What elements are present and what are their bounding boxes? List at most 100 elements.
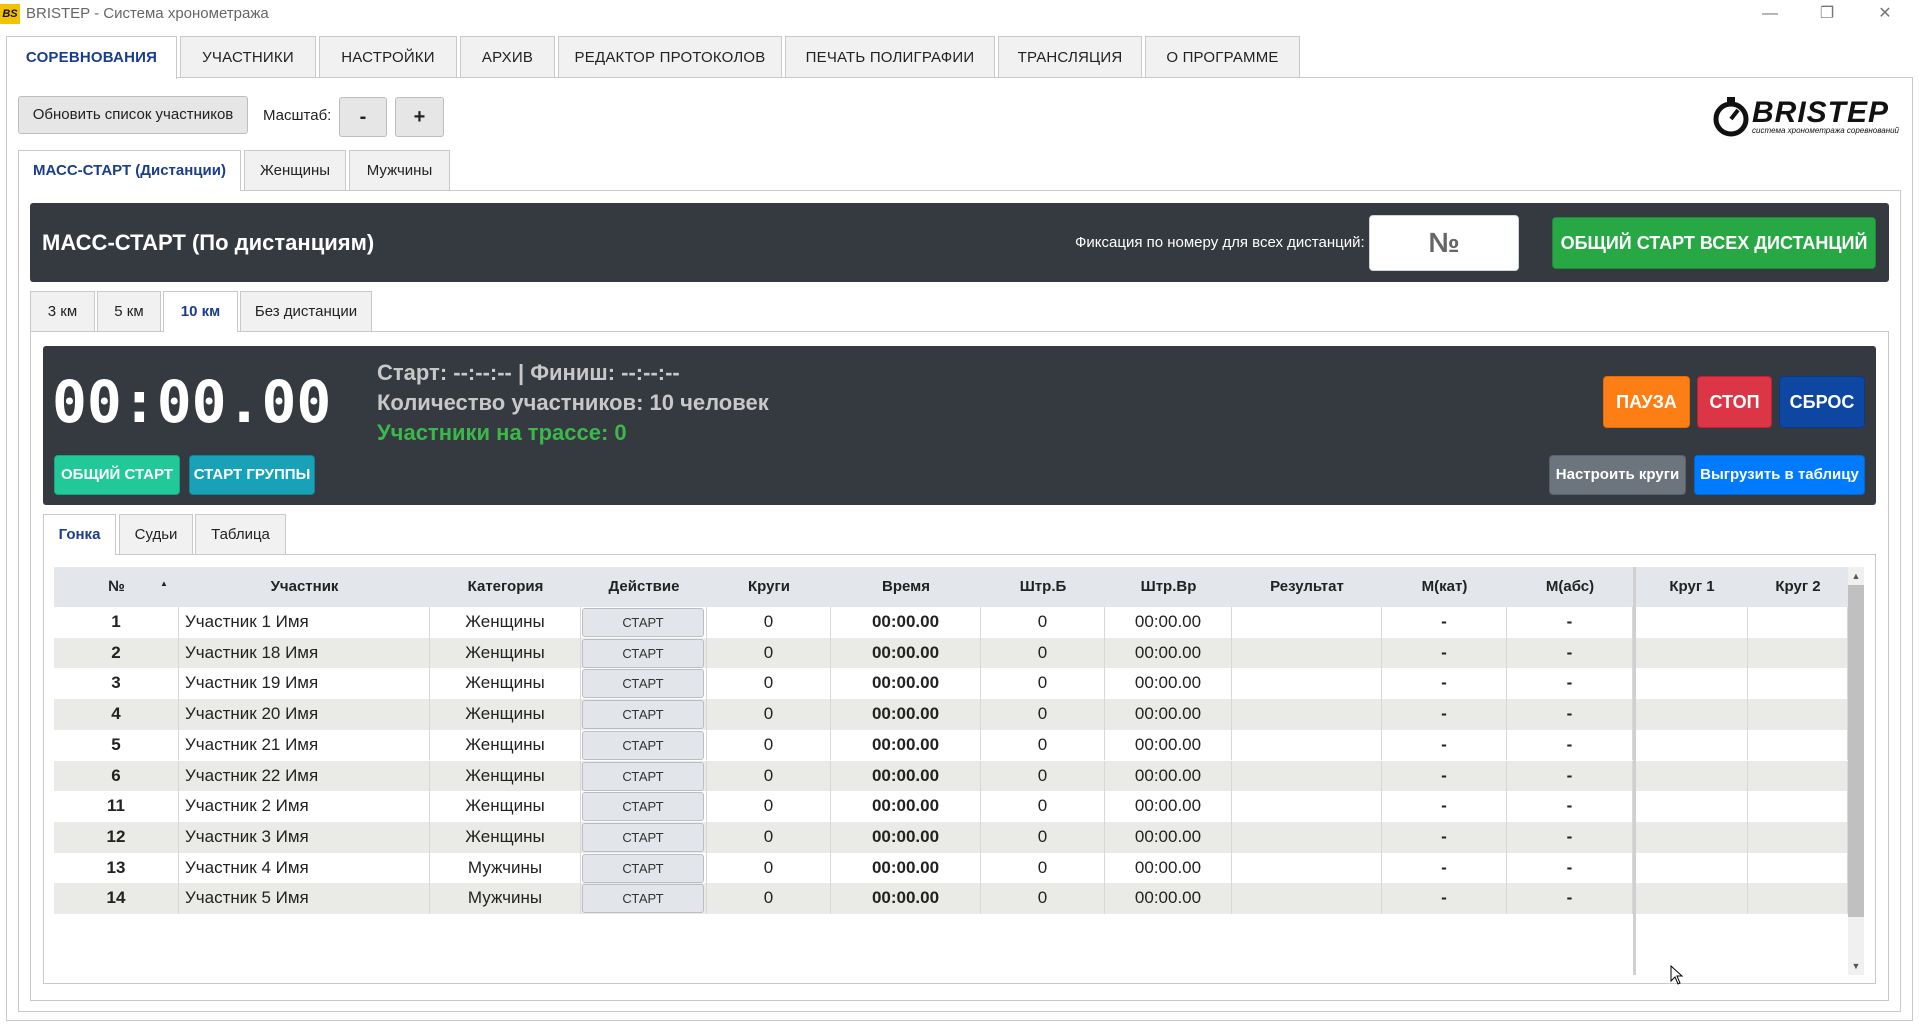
tab-settings[interactable]: НАСТРОЙКИ [319,36,457,77]
row-start-button[interactable]: СТАРТ [582,608,704,637]
pause-button[interactable]: ПАУЗА [1603,376,1690,428]
scale-plus-button[interactable]: + [395,97,444,137]
table-row[interactable]: 6 Участник 22 Имя Женщины СТАРТ 0 00:00.00 0 00… [54,760,1854,792]
tab-distance-10km[interactable]: 10 км [163,291,238,332]
table-row[interactable]: 12 Участник 3 Имя Женщины СТАРТ 0 00:00.00 0 00… [54,821,1854,853]
maximize-icon[interactable]: ❐ [1804,0,1850,28]
column-header-action[interactable]: Действие [581,567,707,607]
cell-laps: 0 [707,883,831,914]
mouse-cursor-icon [1670,965,1684,985]
tab-broadcast[interactable]: ТРАНСЛЯЦИЯ [998,36,1142,77]
tab-men[interactable]: Мужчины [349,150,450,190]
cell-time: 00:00.00 [831,699,981,730]
stop-button[interactable]: СТОП [1697,376,1772,428]
tab-print[interactable]: ПЕЧАТЬ ПОЛИГРАФИИ [785,36,995,77]
column-header-result[interactable]: Результат [1232,567,1382,607]
cell-place-cat: - [1382,791,1507,822]
tab-participants[interactable]: УЧАСТНИКИ [180,36,316,77]
table-row[interactable]: 2 Участник 18 Имя Женщины СТАРТ 0 00:00.00 0 00… [54,637,1854,669]
tab-race[interactable]: Гонка [43,514,116,555]
table-row[interactable]: 3 Участник 19 Имя Женщины СТАРТ 0 00:00.00 0 00… [54,668,1854,700]
reset-button[interactable]: СБРОС [1779,376,1865,428]
frozen-columns-divider [1633,567,1636,975]
cell-pen-t: 00:00.00 [1105,883,1232,914]
row-start-button[interactable]: СТАРТ [582,853,704,883]
column-header-penalty-b[interactable]: Штр.Б [981,567,1105,607]
cell-laps: 0 [707,760,831,792]
table-row[interactable]: 13 Участник 4 Имя Мужчины СТАРТ 0 00:00.00 0 00… [54,852,1854,884]
cell-result [1232,821,1382,853]
column-header-place-abs[interactable]: М(абс) [1507,567,1633,607]
scrollbar-thumb[interactable] [1848,585,1864,917]
minimize-icon[interactable]: — [1747,0,1793,28]
tab-competitions[interactable]: СОРЕВНОВАНИЯ [6,36,177,79]
group-start-button[interactable]: СТАРТ ГРУППЫ [189,455,315,495]
start-all-distances-button[interactable]: ОБЩИЙ СТАРТ ВСЕХ ДИСТАНЦИЙ [1552,217,1876,269]
row-start-button[interactable]: СТАРТ [582,792,704,822]
cell-name: Участник 3 Имя [179,821,430,853]
tab-about[interactable]: О ПРОГРАММЕ [1145,36,1300,77]
cell-name: Участник 5 Имя [179,883,430,914]
scroll-down-icon[interactable]: ▼ [1848,958,1864,974]
row-start-button[interactable]: СТАРТ [582,761,704,791]
row-start-button[interactable]: СТАРТ [582,700,704,730]
action-cell: СТАРТ [581,607,707,638]
scroll-up-icon[interactable]: ▲ [1848,568,1864,584]
column-header-penalty-time[interactable]: Штр.Вр [1105,567,1232,607]
table-row[interactable]: 1 Участник 1 Имя Женщины СТАРТ 0 00:00.00 0 00:… [54,607,1854,638]
column-header-laps[interactable]: Круги [707,567,831,607]
configure-laps-button[interactable]: Настроить круги [1549,455,1686,495]
tab-no-distance[interactable]: Без дистанции [240,291,372,331]
cell-pen-t: 00:00.00 [1105,760,1232,792]
cell-num: 1 [54,607,179,638]
cell-category: Женщины [430,791,581,822]
cell-lap2 [1748,699,1848,730]
action-cell: СТАРТ [581,729,707,761]
tab-distance-3km[interactable]: 3 км [30,291,95,331]
column-header-lap-2[interactable]: Круг 2 [1748,567,1848,607]
cell-laps: 0 [707,852,831,884]
participants-count: Количество участников: 10 человек [377,390,769,415]
scale-minus-button[interactable]: - [339,97,387,137]
tab-protocol-editor[interactable]: РЕДАКТОР ПРОТОКОЛОВ [558,36,782,77]
row-start-button[interactable]: СТАРТ [582,638,704,668]
cell-pen-t: 00:00.00 [1105,821,1232,853]
tab-judges[interactable]: Судьи [119,514,193,554]
close-icon[interactable]: ✕ [1862,0,1908,28]
cell-place-abs: - [1507,883,1633,914]
refresh-participants-button[interactable]: Обновить список участников [18,96,248,134]
column-header-category[interactable]: Категория [430,567,581,607]
column-header-participant[interactable]: Участник [179,567,430,607]
row-start-button[interactable]: СТАРТ [582,669,704,699]
cell-name: Участник 22 Имя [179,760,430,792]
cell-result [1232,852,1382,884]
cell-pen-b: 0 [981,699,1105,730]
tab-table[interactable]: Таблица [195,514,286,554]
cell-num: 2 [54,637,179,669]
cell-lap1 [1636,729,1748,761]
column-header-time[interactable]: Время [831,567,981,607]
fix-number-input[interactable]: № [1369,215,1519,271]
tab-women[interactable]: Женщины [244,150,346,190]
table-row[interactable]: 4 Участник 20 Имя Женщины СТАРТ 0 00:00.00 0 00… [54,699,1854,730]
row-start-button[interactable]: СТАРТ [582,884,704,914]
row-start-button[interactable]: СТАРТ [582,822,704,852]
cell-category: Мужчины [430,852,581,884]
cell-pen-t: 00:00.00 [1105,791,1232,822]
tab-distance-5km[interactable]: 5 км [97,291,161,331]
row-start-button[interactable]: СТАРТ [582,730,704,760]
cell-place-abs: - [1507,699,1633,730]
table-row[interactable]: 14 Участник 5 Имя Мужчины СТАРТ 0 00:00.00 0 00… [54,883,1854,914]
general-start-button[interactable]: ОБЩИЙ СТАРТ [54,455,180,495]
table-row[interactable]: 11 Участник 2 Имя Женщины СТАРТ 0 00:00.00 0 00… [54,791,1854,822]
table-row[interactable]: 5 Участник 21 Имя Женщины СТАРТ 0 00:00.00 0 00… [54,729,1854,761]
tab-mass-start[interactable]: МАСС-СТАРТ (Дистанции) [18,150,241,191]
column-header-lap-1[interactable]: Круг 1 [1636,567,1748,607]
cell-result [1232,791,1382,822]
tab-archive[interactable]: АРХИВ [460,36,555,77]
cell-num: 12 [54,821,179,853]
cell-lap1 [1636,821,1748,853]
column-header-place-cat[interactable]: М(кат) [1382,567,1507,607]
export-table-button[interactable]: Выгрузить в таблицу [1694,455,1865,495]
sort-ascending-icon: ▲ [160,579,168,588]
